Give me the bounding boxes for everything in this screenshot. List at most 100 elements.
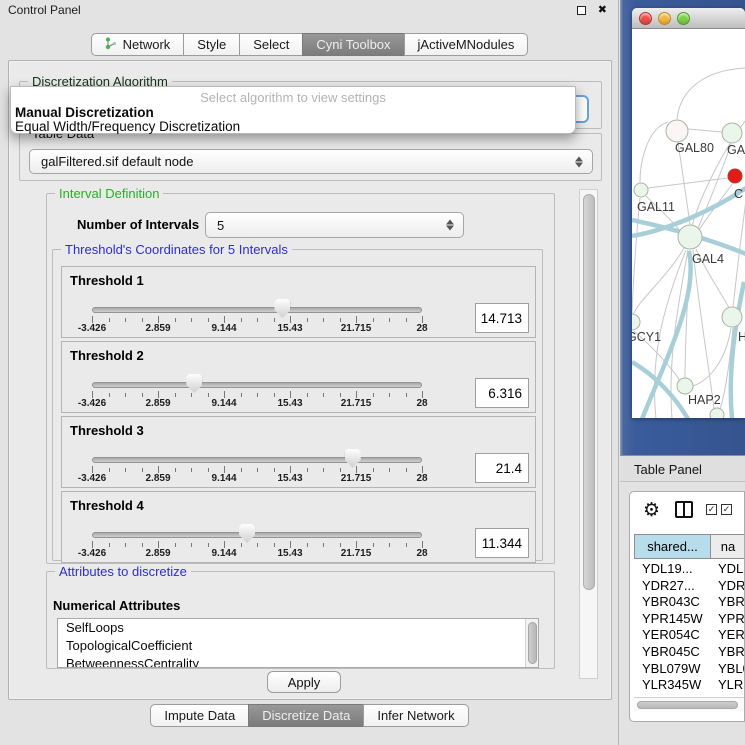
checkbox-icon[interactable]: ✓ [706, 504, 717, 515]
slider-tick [373, 393, 374, 397]
popup-option[interactable]: Manual Discretization [15, 105, 154, 120]
cyni-toolbox-panel: Discretization Algorithm Table Data galF… [8, 60, 612, 700]
tab-impute-data[interactable]: Impute Data [150, 704, 249, 727]
close-icon[interactable]: ✖ [598, 3, 607, 16]
network-edge[interactable] [633, 248, 684, 315]
slider-tick [274, 393, 275, 397]
slider-tick [422, 541, 423, 548]
slider-handle[interactable] [186, 374, 202, 393]
tab-cyni-toolbox[interactable]: Cyni Toolbox [302, 33, 404, 56]
slider-handle[interactable] [345, 449, 361, 468]
network-node[interactable] [710, 408, 724, 418]
tab-network[interactable]: Network [91, 33, 185, 56]
table-data-combobox[interactable]: galFiltered.sif default node [29, 149, 593, 174]
tab-style[interactable]: Style [183, 33, 240, 56]
slider-handle[interactable] [239, 524, 255, 543]
threshold-value-field[interactable]: 14.713 [475, 303, 529, 333]
slider-tick-label: -3.426 [62, 548, 122, 559]
network-node[interactable] [632, 314, 640, 330]
network-node[interactable] [677, 378, 693, 394]
slider-tick [158, 466, 159, 473]
network-node[interactable] [634, 183, 648, 197]
threshold-box: Threshold 4-3.4262.8599.14415.4321.71528… [61, 491, 536, 563]
network-node-label: GCY1 [632, 330, 661, 344]
slider-tick [307, 543, 308, 547]
popup-option[interactable]: Equal Width/Frequency Discretization [15, 119, 240, 134]
network-node-label: GAL80 [675, 141, 714, 155]
float-window-icon[interactable] [577, 6, 586, 15]
network-edge[interactable] [640, 122, 668, 182]
slider-tick [92, 391, 93, 398]
numerical-attributes-list[interactable]: SelfLoopsTopologicalCoefficientBetweenne… [57, 618, 539, 668]
network-node[interactable] [728, 169, 742, 183]
number-of-intervals-combobox[interactable]: 5 [205, 212, 464, 238]
checkbox-icon[interactable]: ✓ [721, 504, 732, 515]
slider-tick [92, 541, 93, 548]
gear-icon[interactable]: ⚙ [643, 499, 660, 521]
network-edge[interactable] [632, 198, 640, 314]
attribute-list-item[interactable]: TopologicalCoefficient [58, 637, 538, 655]
network-node[interactable] [722, 307, 742, 327]
slider-tick [158, 541, 159, 548]
slider-tick [175, 318, 176, 322]
table-cell: YPR145W [642, 611, 703, 626]
threshold-value-field[interactable]: 21.4 [475, 453, 529, 483]
list-scrollbar[interactable] [525, 619, 538, 667]
columns-icon[interactable] [675, 501, 693, 518]
slider-tick [257, 543, 258, 547]
slider-tick-label: 2.859 [128, 473, 188, 484]
threshold-value-field[interactable]: 11.344 [475, 528, 529, 558]
attribute-list-item[interactable]: SelfLoops [58, 619, 538, 637]
table-column-header[interactable]: na [710, 534, 745, 559]
attribute-list-item[interactable]: BetweennessCentrality [58, 655, 538, 668]
slider-tick-label: 9.144 [194, 473, 254, 484]
interval-definition-group: Interval Definition Number of Intervals … [46, 193, 555, 564]
table-data-value: galFiltered.sif default node [41, 154, 193, 169]
popup-placeholder: Select algorithm to view settings [11, 90, 575, 105]
network-edge[interactable] [648, 178, 728, 188]
network-edge[interactable] [731, 282, 744, 418]
slider-tick-label: 21.715 [326, 323, 386, 334]
table-scrollbar-thumb[interactable] [637, 701, 738, 709]
network-node-label: C [734, 187, 743, 201]
zoom-traffic-icon[interactable] [677, 12, 690, 25]
network-node[interactable] [722, 123, 742, 143]
table-cell: YBL079W [642, 661, 701, 676]
panel-scrollbar-thumb[interactable] [583, 194, 595, 590]
network-edge[interactable] [688, 129, 722, 132]
apply-button[interactable]: Apply [267, 671, 341, 693]
network-node[interactable] [678, 225, 702, 249]
slider-tick [340, 318, 341, 322]
slider-tick-label: 15.43 [260, 548, 320, 559]
network-node[interactable] [666, 120, 688, 142]
table-horizontal-scrollbar[interactable] [634, 697, 745, 711]
network-edge[interactable] [677, 68, 745, 119]
slider-track[interactable] [92, 457, 422, 463]
slider-tick [340, 393, 341, 397]
tab-infer-network[interactable]: Infer Network [363, 704, 468, 727]
slider-tick [175, 393, 176, 397]
slider-tick-label: 28 [392, 398, 452, 409]
slider-tick [142, 318, 143, 322]
slider-tick [406, 318, 407, 322]
interval-definition-title: Interval Definition [55, 186, 163, 201]
slider-track[interactable] [92, 307, 422, 313]
slider-tick [290, 316, 291, 323]
tab-select[interactable]: Select [239, 33, 303, 56]
network-window-titlebar[interactable] [632, 8, 745, 29]
threshold-value-field[interactable]: 6.316 [475, 378, 529, 408]
slider-track[interactable] [92, 382, 422, 388]
slider-track[interactable] [92, 532, 422, 538]
network-canvas[interactable]: GAL80GACGAL11GAL4GCY1HHAP2 [632, 30, 745, 418]
slider-handle[interactable] [274, 299, 290, 318]
panel-scrollbar[interactable] [579, 189, 598, 679]
minimize-traffic-icon[interactable] [658, 12, 671, 25]
slider-tick [373, 468, 374, 472]
slider-tick [191, 318, 192, 322]
network-edge[interactable] [693, 328, 731, 386]
tab-discretize-data[interactable]: Discretize Data [248, 704, 364, 727]
slider-tick [241, 393, 242, 397]
tab-jactivemnodules[interactable]: jActiveMNodules [404, 33, 529, 56]
close-traffic-icon[interactable] [639, 12, 652, 25]
table-column-header[interactable]: shared... [634, 534, 711, 559]
